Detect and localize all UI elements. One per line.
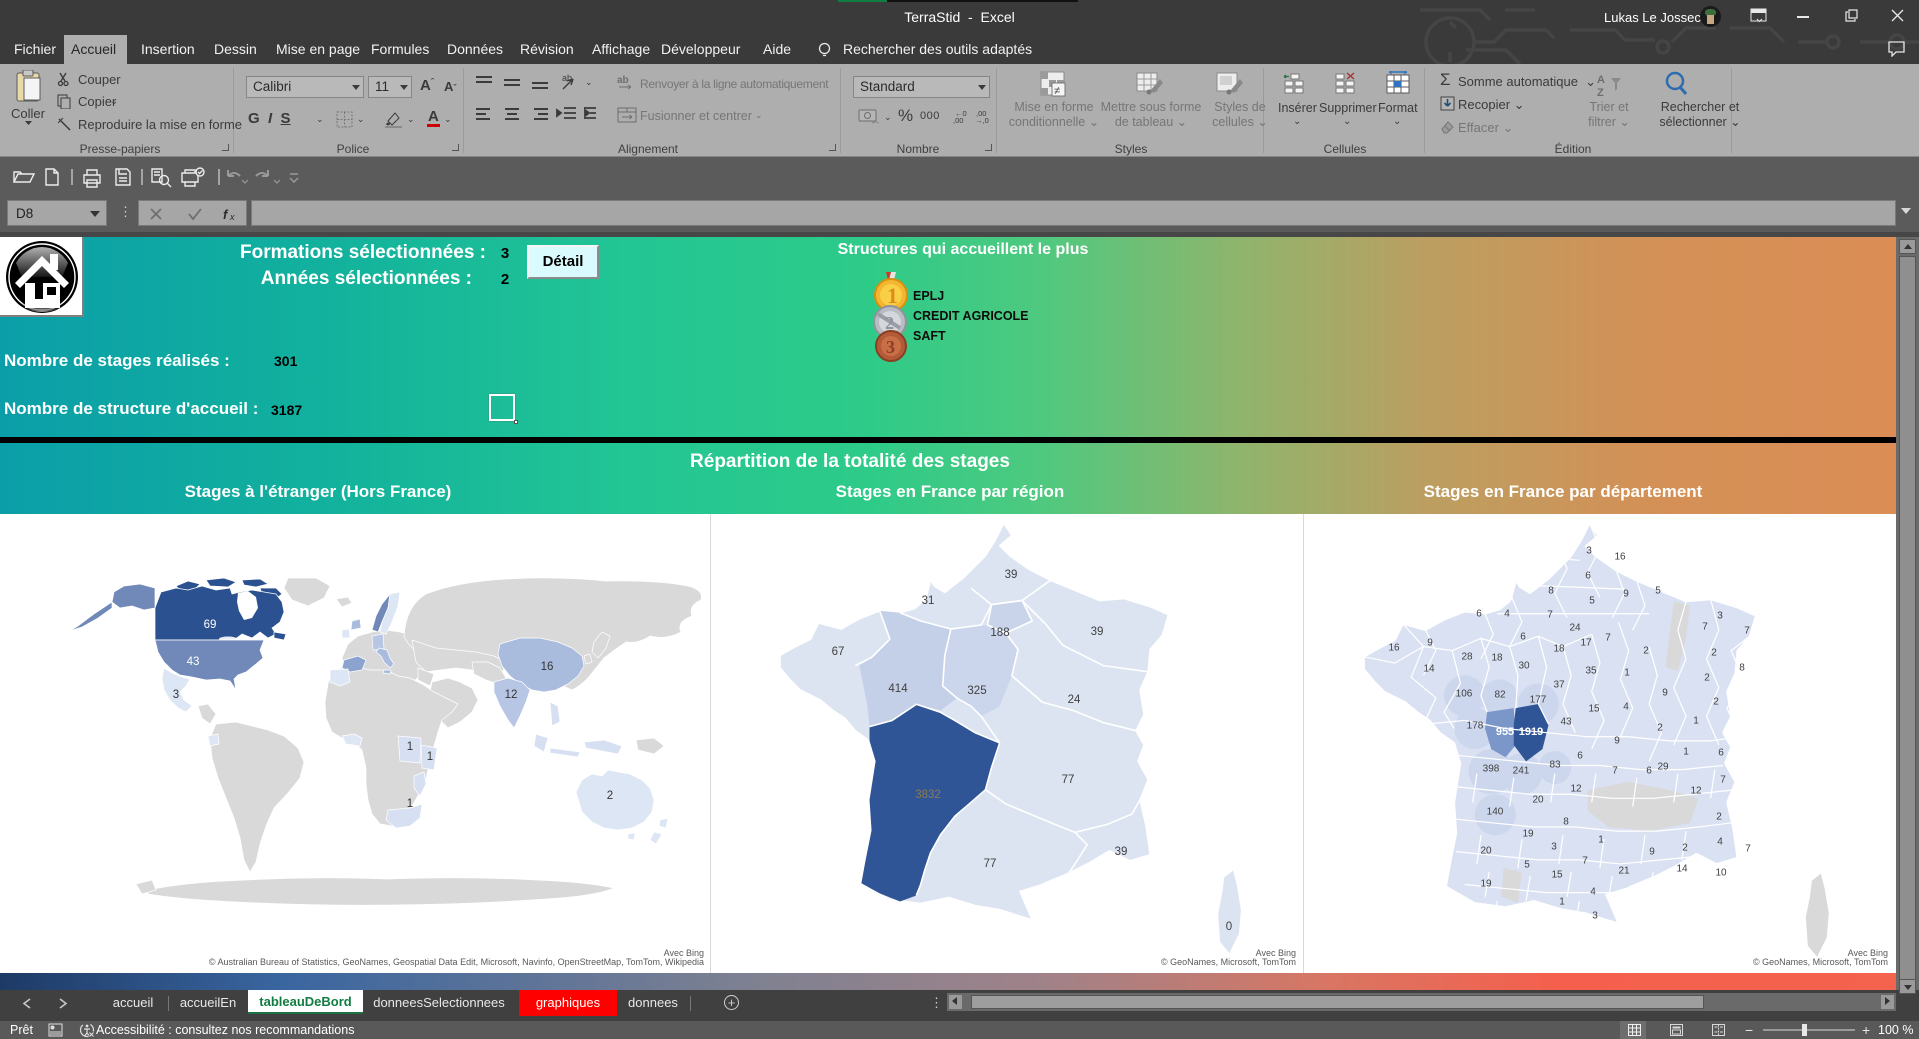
svg-text:f: f [223, 207, 229, 221]
svg-text:≠: ≠ [1054, 85, 1060, 97]
svg-text:3: 3 [886, 337, 895, 357]
svg-text:,00: ,00 [953, 116, 963, 125]
svg-text:ab: ab [617, 75, 629, 86]
svg-text:1: 1 [887, 283, 898, 308]
svg-text:2: 2 [885, 313, 894, 333]
svg-text:A: A [1597, 74, 1605, 86]
svg-text:ab: ab [562, 73, 572, 83]
svg-text:→,0: →,0 [975, 116, 989, 125]
svg-text:x: x [229, 212, 235, 221]
svg-text:Z: Z [1597, 87, 1604, 98]
